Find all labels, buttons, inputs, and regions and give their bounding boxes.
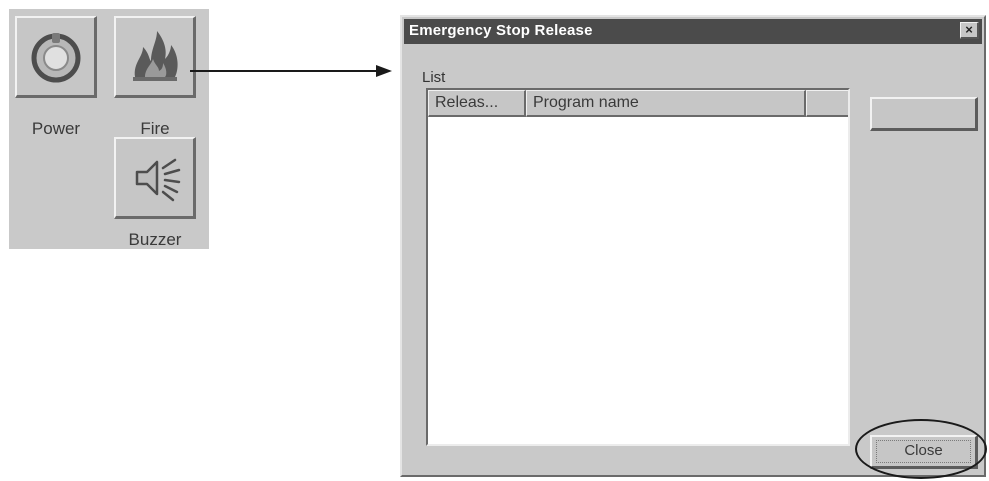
close-icon[interactable]: ×	[960, 22, 979, 39]
power-label: Power	[31, 119, 81, 138]
program-list[interactable]: Releas... Program name	[426, 88, 850, 446]
fire-icon	[132, 30, 178, 81]
fire-button[interactable]	[114, 16, 196, 98]
dialog-titlebar[interactable]: Emergency Stop Release ×	[404, 19, 982, 44]
emergency-stop-release-dialog: Emergency Stop Release × List Releas... …	[400, 15, 986, 477]
close-button-highlight-ring	[855, 419, 987, 479]
list-header: Releas... Program name	[428, 90, 848, 117]
release-button[interactable]	[870, 97, 978, 131]
list-caption: List	[422, 69, 446, 86]
emergency-toolbar-panel: Power Fire Buzzer	[9, 9, 209, 249]
fire-label: Fire	[140, 119, 170, 138]
power-icon	[31, 32, 80, 82]
power-button[interactable]	[15, 16, 97, 98]
buzzer-label: Buzzer	[128, 230, 182, 249]
column-header-program-name[interactable]: Program name	[526, 90, 806, 117]
buzzer-button[interactable]	[114, 137, 196, 219]
dialog-title: Emergency Stop Release	[409, 22, 593, 39]
buzzer-icon	[135, 158, 180, 201]
column-header-release[interactable]: Releas...	[428, 90, 526, 117]
column-header-extra[interactable]	[806, 90, 848, 117]
